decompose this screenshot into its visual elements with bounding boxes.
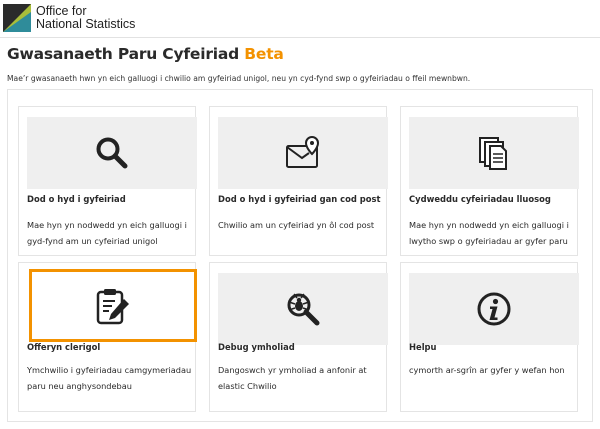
card-match-multiple[interactable]: Cydweddu cyfeiriadau lluosog Mae hyn yn …	[400, 106, 579, 256]
services-grid: Dod o hyd i gyfeiriad Mae hyn yn nodwedd…	[7, 89, 593, 422]
card-debug-query[interactable]: Debug ymholiad Dangoswch yr ymholiad a a…	[209, 262, 388, 412]
card-icon-box[interactable]	[409, 117, 579, 189]
card-title[interactable]: Helpu	[409, 342, 437, 352]
page-title-text: Gwasanaeth Paru Cyfeiriad	[7, 45, 240, 63]
card-icon-box[interactable]	[27, 117, 197, 189]
ons-logo[interactable]: Office for National Statistics	[3, 4, 135, 32]
envelope-pin-icon	[286, 136, 320, 168]
logo-line-2: National Statistics	[36, 17, 136, 31]
card-title[interactable]: Cydweddu cyfeiriadau lluosog	[409, 194, 551, 204]
card-title[interactable]: Dod o hyd i gyfeiriad	[27, 194, 126, 204]
ons-logo-text: Office for National Statistics	[36, 5, 135, 31]
card-title[interactable]: Debug ymholiad	[218, 342, 295, 352]
card-description: Chwilio am un cyfeiriad yn ôl cod post	[218, 220, 375, 230]
ons-logo-mark-icon	[3, 4, 31, 32]
page-title: Gwasanaeth Paru Cyfeiriad Beta	[7, 45, 284, 63]
card-icon-box-selected[interactable]	[29, 269, 197, 342]
card-help[interactable]: Helpu cymorth ar-sgrîn ar gyfer y wefan …	[400, 262, 579, 412]
info-icon	[477, 292, 511, 326]
card-description: Mae hyn yn nodwedd yn eich galluogi i lw…	[409, 220, 569, 246]
card-description: cymorth ar-sgrîn ar gyfer y wefan hon	[409, 365, 565, 375]
clipboard-pencil-icon	[96, 288, 129, 324]
bug-magnifier-icon	[287, 293, 320, 326]
card-description: Ymchwilio i gyfeiriadau camgymeriadau pa…	[27, 365, 192, 391]
card-title[interactable]: Dod o hyd i gyfeiriad gan cod post	[218, 194, 381, 204]
beta-badge: Beta	[244, 45, 284, 63]
card-description: Mae hyn yn nodwedd yn eich galluogi i gy…	[27, 220, 187, 246]
card-find-address[interactable]: Dod o hyd i gyfeiriad Mae hyn yn nodwedd…	[18, 106, 197, 256]
magnifier-icon	[96, 137, 128, 169]
card-icon-box[interactable]	[409, 273, 579, 345]
card-find-by-postcode[interactable]: Dod o hyd i gyfeiriad gan cod post Chwil…	[209, 106, 388, 256]
card-icon-box[interactable]	[218, 117, 388, 189]
card-title[interactable]: Offeryn clerigol	[27, 342, 100, 352]
documents-icon	[479, 137, 507, 170]
intro-text: Mae’r gwasanaeth hwn yn eich galluogi i …	[7, 74, 471, 83]
site-header: Office for National Statistics	[0, 0, 600, 38]
card-icon-box[interactable]	[218, 273, 388, 345]
card-description: Dangoswch yr ymholiad a anfonir at elast…	[218, 365, 367, 391]
card-clerical-tool[interactable]: Offeryn clerigol Ymchwilio i gyfeiriadau…	[18, 262, 197, 412]
